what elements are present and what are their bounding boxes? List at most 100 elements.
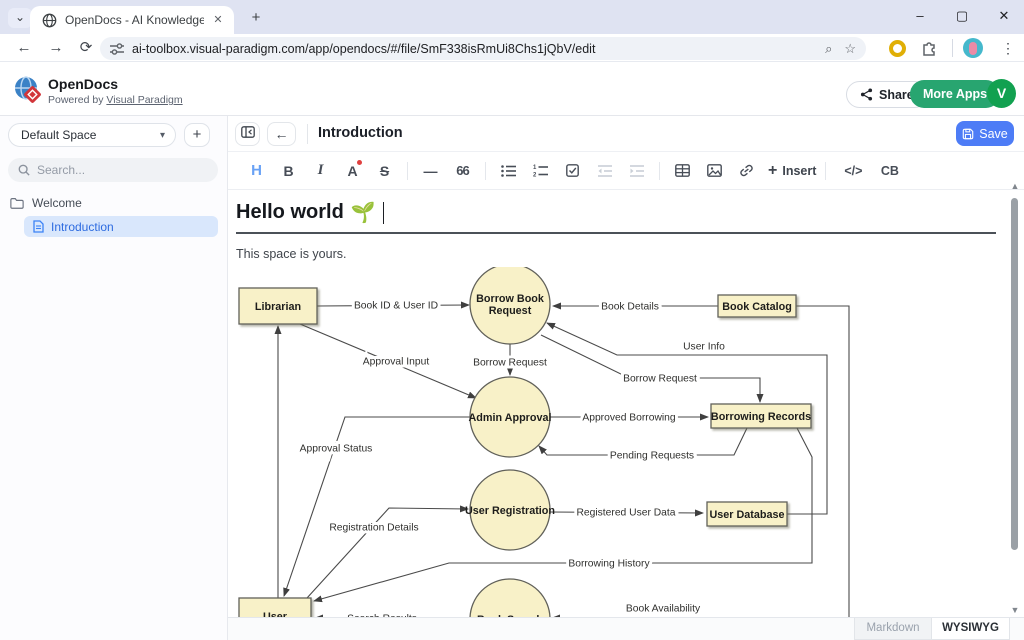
browser-toolbar: ← → ⟳ ai-toolbox.visual-paradigm.com/app…: [0, 34, 1024, 62]
diagram-node-label: Admin Approval: [469, 412, 552, 424]
indent-increase-button[interactable]: [624, 159, 649, 183]
divider: [825, 162, 826, 180]
back-button[interactable]: ←: [12, 37, 36, 59]
diagram-edge-label: Pending Requests: [610, 451, 694, 462]
search-placeholder: Search...: [37, 163, 85, 177]
extensions-puzzle-icon[interactable]: [921, 40, 937, 56]
url-bar[interactable]: ai-toolbox.visual-paradigm.com/app/opend…: [100, 37, 866, 60]
diagram-edge-label: Borrow Request: [473, 358, 547, 369]
tab-markdown[interactable]: Markdown: [854, 618, 932, 640]
link-button[interactable]: [734, 159, 759, 183]
diagram-edge-label: Approved Borrowing: [582, 413, 676, 424]
browser-menu-icon[interactable]: ⋮: [1000, 37, 1016, 59]
document-content[interactable]: Hello world🌱 This space is yours. Librar…: [228, 190, 1016, 617]
insert-label: Insert: [782, 164, 816, 178]
visual-paradigm-link[interactable]: Visual Paradigm: [106, 94, 182, 106]
code-block-button[interactable]: CB: [877, 159, 902, 183]
window-minimize-button[interactable]: –: [906, 6, 934, 26]
reload-button[interactable]: ⟳: [74, 37, 98, 59]
collapse-sidebar-button[interactable]: [235, 122, 260, 146]
scrollbar-thumb[interactable]: [1011, 198, 1018, 550]
share-icon: [860, 88, 873, 101]
doc-title: Introduction: [318, 125, 403, 141]
strike-glyph: S: [380, 163, 389, 179]
diagram-edge-label: User Info: [683, 342, 725, 353]
numbered-list-button[interactable]: 12: [528, 159, 553, 183]
doc-paragraph[interactable]: This space is yours.: [236, 247, 996, 261]
divider: [485, 162, 486, 180]
diagram-edge-label: Book Details: [601, 302, 659, 313]
svg-text:2: 2: [533, 173, 537, 178]
divider: [659, 162, 660, 180]
horizontal-rule-button[interactable]: —: [418, 159, 443, 183]
editor-scrollbar[interactable]: ▲ ▼: [1009, 180, 1021, 616]
tab-search-chevron-icon[interactable]: ⌄: [8, 8, 32, 28]
formatting-toolbar: H B I A S — 66 12 + Insert </> CB: [228, 152, 1024, 190]
blockquote-button[interactable]: 66: [450, 159, 475, 183]
tab-wysiwyg[interactable]: WYSIWYG: [932, 618, 1010, 640]
diagram-edge-label: Borrow Request: [623, 374, 697, 385]
divider: [407, 162, 408, 180]
plus-icon: +: [768, 162, 777, 180]
window-close-button[interactable]: ✕: [990, 6, 1018, 26]
font-color-button[interactable]: A: [340, 159, 365, 183]
document-icon: [33, 220, 44, 233]
diagram-edge: [541, 335, 760, 402]
browser-tab[interactable]: OpenDocs - AI Knowledge Base ✕: [30, 6, 234, 34]
browser-profile-avatar[interactable]: [963, 38, 983, 58]
save-label: Save: [979, 127, 1008, 141]
window-maximize-button[interactable]: ▢: [948, 6, 976, 26]
save-button[interactable]: Save: [956, 121, 1014, 146]
diagram-edge: [552, 306, 849, 617]
app-header: OpenDocs Powered by Visual Paradigm Shar…: [0, 62, 1024, 116]
add-page-button[interactable]: +: [184, 123, 210, 147]
indent-increase-icon: [629, 165, 644, 177]
scroll-up-icon[interactable]: ▲: [1009, 180, 1021, 192]
search-input[interactable]: Search...: [8, 158, 218, 182]
bookmark-star-icon[interactable]: ☆: [844, 41, 856, 57]
table-button[interactable]: [670, 159, 695, 183]
diagram-node-book-search: [470, 579, 550, 617]
editor-header: ← Introduction Save: [228, 116, 1024, 152]
diagram-edge-label: Registration Details: [329, 523, 418, 534]
new-tab-button[interactable]: +: [244, 8, 268, 28]
indent-decrease-button[interactable]: [592, 159, 617, 183]
zoom-icon[interactable]: ⌕: [825, 41, 832, 57]
inline-code-button[interactable]: </>: [836, 159, 870, 183]
opendocs-logo-icon: [13, 75, 43, 105]
insert-button[interactable]: + Insert: [768, 162, 816, 180]
italic-button[interactable]: I: [308, 159, 333, 183]
image-button[interactable]: [702, 159, 727, 183]
tab-close-icon[interactable]: ✕: [210, 12, 226, 28]
task-list-button[interactable]: [560, 159, 585, 183]
diagram-node-label: Librarian: [255, 301, 301, 313]
diagram-edge-label: Approval Input: [363, 357, 430, 368]
numbered-list-icon: 12: [533, 164, 548, 177]
more-apps-label: More Apps: [923, 87, 987, 101]
table-icon: [675, 164, 690, 177]
app-title: OpenDocs: [48, 76, 118, 92]
doc-heading[interactable]: Hello world🌱: [236, 200, 996, 234]
strikethrough-button[interactable]: S: [372, 159, 397, 183]
powered-by-prefix: Powered by: [48, 94, 103, 106]
extension-ring-icon[interactable]: [889, 40, 906, 57]
seedling-emoji-icon: 🌱: [351, 200, 376, 225]
diagram-edge: [307, 508, 468, 598]
image-icon: [707, 164, 722, 177]
diagram-edge-label: Book ID & User ID: [354, 301, 438, 312]
sidebar-item-welcome[interactable]: Welcome: [10, 196, 82, 210]
bold-button[interactable]: B: [276, 159, 301, 183]
sidebar-item-label: Welcome: [32, 196, 82, 210]
bullet-list-button[interactable]: [496, 159, 521, 183]
user-avatar[interactable]: V: [987, 79, 1016, 108]
panel-collapse-icon: [241, 126, 255, 138]
space-selector-dropdown[interactable]: Default Space ▾: [8, 123, 176, 147]
heading-button[interactable]: H: [244, 159, 269, 183]
forward-button[interactable]: →: [44, 37, 68, 59]
sidebar-item-introduction[interactable]: Introduction: [24, 216, 218, 237]
dfd-diagram-image[interactable]: LibrarianBorrow BookRequestBook CatalogA…: [236, 267, 858, 617]
site-controls-icon: [110, 43, 124, 55]
scroll-down-icon[interactable]: ▼: [1009, 604, 1021, 616]
url-text: ai-toolbox.visual-paradigm.com/app/opend…: [132, 42, 813, 56]
doc-back-button[interactable]: ←: [267, 122, 296, 146]
